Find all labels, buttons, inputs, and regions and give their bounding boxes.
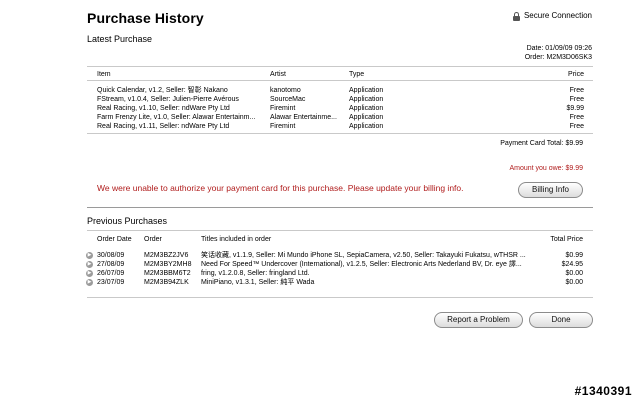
divider <box>87 133 593 134</box>
order-total: $0.99 <box>565 252 583 259</box>
previous-purchases-title: Previous Purchases <box>87 216 168 226</box>
column-header-price: Price <box>568 70 584 78</box>
billing-info-button[interactable]: Billing Info <box>518 182 583 198</box>
section-divider <box>87 207 593 208</box>
divider <box>87 66 593 67</box>
watermark: #1340391 <box>574 384 632 398</box>
table-row: Real Racing, v1.10, Seller: ndWare Pty L… <box>97 104 584 113</box>
order-total: $0.00 <box>565 279 583 286</box>
order-titles: MiniPiano, v1.3.1, Seller: 純平 Wada <box>201 279 315 286</box>
done-button[interactable]: Done <box>529 312 593 328</box>
table-row[interactable]: ▶ 26/07/09 M2M3BBM6T2 fring, v1.2.0.8, S… <box>86 269 583 278</box>
item-name: Real Racing, v1.10, Seller: ndWare Pty L… <box>97 105 230 112</box>
payment-card-total: Payment Card Total: $9.99 <box>500 140 583 147</box>
arrow-right-circle-icon[interactable]: ▶ <box>86 251 93 259</box>
item-type: Application <box>349 87 384 94</box>
divider <box>87 297 593 298</box>
order-titles: 笑话收藏, v1.1.9, Seller: Mi Mundo iPhone SL… <box>201 252 526 259</box>
order-date: 30/08/09 <box>97 252 125 259</box>
item-artist: kanotomo <box>270 87 301 94</box>
table-row[interactable]: ▶ 23/07/09 M2M3B94ZLK MiniPiano, v1.3.1,… <box>86 278 583 287</box>
order-id: M2M3BBM6T2 <box>144 270 191 277</box>
lock-icon <box>512 11 520 21</box>
page-title: Purchase History <box>87 10 204 26</box>
item-name: Farm Frenzy Lite, v1.0, Seller: Alawar E… <box>97 114 256 121</box>
column-header-total-price: Total Price <box>550 236 583 243</box>
order-id: M2M3BZ2JV6 <box>144 252 189 259</box>
table-row[interactable]: ▶ 30/08/09 M2M3BZ2JV6 笑话收藏, v1.1.9, Sell… <box>86 251 583 260</box>
item-price: Free <box>569 114 584 121</box>
table-row[interactable]: ▶ 27/08/09 M2M3BY2MH8 Need For Speed™ Un… <box>86 260 583 269</box>
item-name: Real Racing, v1.11, Seller: ndWare Pty L… <box>97 123 230 130</box>
order-date: 23/07/09 <box>97 279 125 286</box>
order-date: 27/08/09 <box>97 261 125 268</box>
divider <box>87 230 593 231</box>
item-price: Free <box>569 123 584 130</box>
order-total: $0.00 <box>565 270 583 277</box>
secure-connection: Secure Connection <box>512 11 592 21</box>
order-titles: fring, v1.2.0.8, Seller: fringland Ltd. <box>201 270 310 277</box>
order-id: M2M3BY2MH8 <box>144 261 192 268</box>
item-type: Application <box>349 114 384 121</box>
item-artist: Alawar Entertainme... <box>270 114 337 121</box>
order-date: 26/07/09 <box>97 270 125 277</box>
item-artist: Firemint <box>270 105 296 112</box>
item-artist: Firemint <box>270 123 296 130</box>
item-name: Quick Calendar, v1.2, Seller: 智彰 Nakano <box>97 87 228 94</box>
order-total: $24.95 <box>561 261 583 268</box>
column-header-artist: Artist <box>270 70 286 78</box>
column-header-item: Item <box>97 70 111 78</box>
item-price: Free <box>569 87 584 94</box>
table-row: Farm Frenzy Lite, v1.0, Seller: Alawar E… <box>97 113 584 122</box>
item-type: Application <box>349 123 384 130</box>
order-number: Order: M2M3D06SK3 <box>524 54 592 61</box>
payment-warning: We were unable to authorize your payment… <box>97 183 464 193</box>
item-artist: SourceMac <box>270 96 306 103</box>
arrow-right-circle-icon[interactable]: ▶ <box>86 278 93 286</box>
order-id: M2M3B94ZLK <box>144 279 189 286</box>
item-price: $9.99 <box>566 105 584 112</box>
arrow-right-circle-icon[interactable]: ▶ <box>86 260 93 268</box>
table-header: Order Date Order Titles included in orde… <box>86 234 583 245</box>
secure-connection-label: Secure Connection <box>523 11 592 20</box>
item-price: Free <box>569 96 584 103</box>
column-header-order: Order <box>144 236 162 243</box>
item-type: Application <box>349 105 384 112</box>
arrow-right-circle-icon[interactable]: ▶ <box>86 269 93 277</box>
column-header-type: Type <box>349 70 365 78</box>
table-header: Item Artist Type Price <box>97 69 584 79</box>
item-type: Application <box>349 96 384 103</box>
order-titles: Need For Speed™ Undercover (Internationa… <box>201 261 522 268</box>
previous-purchases-table: Order Date Order Titles included in orde… <box>86 234 583 287</box>
amount-owed: Amount you owe: $9.99 <box>509 165 583 172</box>
table-row: FStream, v1.0.4, Seller: Julien-Pierre A… <box>97 95 584 104</box>
column-header-titles: Titles included in order <box>201 236 272 243</box>
table-row: Quick Calendar, v1.2, Seller: 智彰 Nakano … <box>97 86 584 95</box>
column-header-order-date: Order Date <box>97 236 132 243</box>
latest-purchase-title: Latest Purchase <box>87 34 153 44</box>
latest-purchase-table: Item Artist Type Price Quick Calendar, v… <box>97 69 584 131</box>
report-problem-button[interactable]: Report a Problem <box>434 312 523 328</box>
item-name: FStream, v1.0.4, Seller: Julien-Pierre A… <box>97 96 239 103</box>
table-row: Real Racing, v1.11, Seller: ndWare Pty L… <box>97 122 584 131</box>
